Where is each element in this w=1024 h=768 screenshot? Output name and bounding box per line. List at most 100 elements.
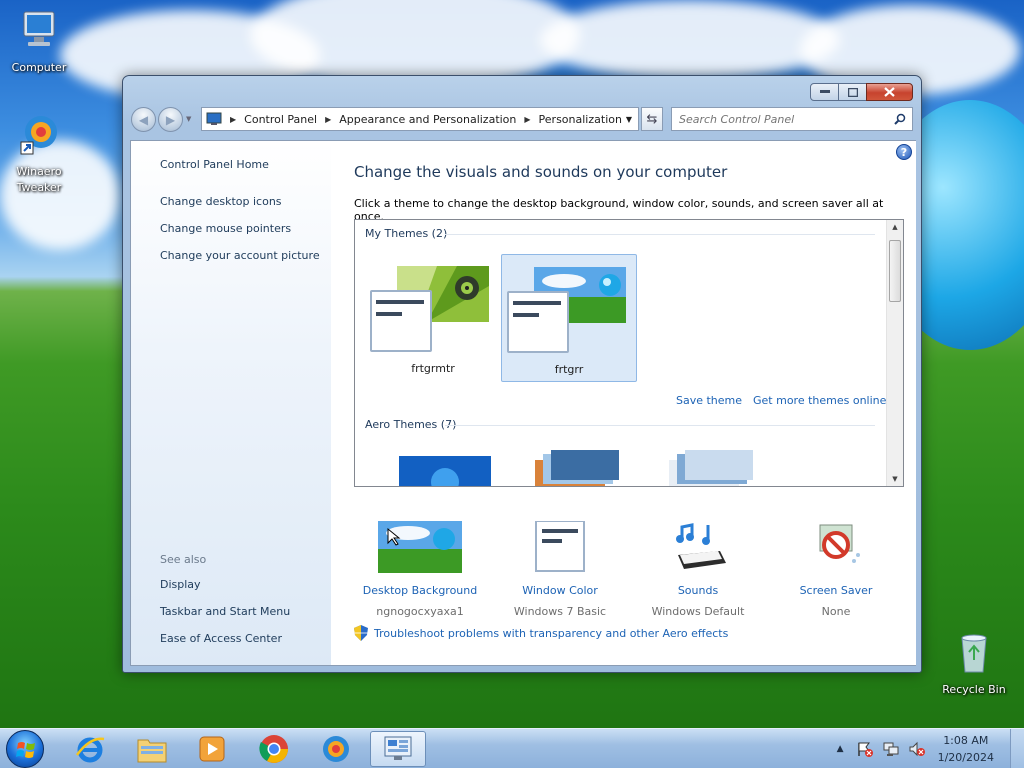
computer-icon	[23, 11, 55, 46]
screen-saver-label: Screen Saver	[799, 584, 873, 597]
desktop-icon-winaero-tweaker[interactable]: Winaero Tweaker	[0, 112, 78, 197]
internet-explorer-icon	[75, 737, 105, 763]
page-title: Change the visuals and sounds on your co…	[354, 163, 728, 181]
action-center-flag-icon[interactable]	[856, 741, 874, 757]
preview-bar	[513, 301, 561, 305]
link-ease-of-access[interactable]: Ease of Access Center	[160, 632, 282, 645]
taskbar-file-explorer[interactable]	[124, 731, 180, 767]
sounds-value: Windows Default	[651, 605, 745, 618]
breadcrumb-separator: ▶	[325, 114, 332, 124]
link-taskbar-start-menu[interactable]: Taskbar and Start Menu	[160, 605, 290, 618]
main-pane: ? Change the visuals and sounds on your …	[331, 141, 916, 665]
search-input[interactable]	[679, 112, 879, 126]
desktop-icon-recycle-bin[interactable]: Recycle Bin	[935, 630, 1013, 698]
taskbar-chrome[interactable]	[246, 731, 302, 767]
maximize-icon	[847, 87, 858, 97]
desktop-background-label: Desktop Background	[362, 584, 478, 597]
media-player-icon	[199, 736, 225, 762]
show-desktop-button[interactable]	[1010, 729, 1024, 768]
window-color-label: Window Color	[522, 584, 598, 597]
save-theme-link[interactable]: Save theme	[676, 394, 742, 407]
link-change-desktop-icons[interactable]: Change desktop icons	[160, 195, 282, 208]
preview-bar	[376, 300, 424, 304]
aero-theme-thumbnail-icon[interactable]	[665, 450, 757, 487]
search-icon[interactable]	[894, 113, 906, 125]
search-box[interactable]	[671, 107, 913, 131]
recycle-bin-icon	[961, 634, 987, 673]
taskbar-internet-explorer[interactable]	[62, 731, 118, 767]
window-color-button[interactable]: Window Color Windows 7 Basic	[495, 520, 625, 618]
screen-saver-icon	[819, 524, 860, 563]
help-button[interactable]: ?	[896, 144, 912, 160]
troubleshoot-label: Troubleshoot problems with transparency …	[374, 626, 729, 640]
folder-icon	[137, 739, 167, 763]
taskbar: ▲ 1:08 AM 1/20/2024	[0, 728, 1024, 768]
sounds-label: Sounds	[677, 584, 719, 597]
taskbar-media-player[interactable]	[184, 731, 240, 767]
desktop-background-icon	[378, 521, 462, 573]
network-icon[interactable]	[882, 741, 900, 757]
windows-logo-icon	[16, 742, 35, 758]
link-change-mouse-pointers[interactable]: Change mouse pointers	[160, 222, 291, 235]
clock-date: 1/20/2024	[937, 751, 994, 764]
help-icon: ?	[900, 145, 908, 159]
theme-item[interactable]: frtgrmtr	[365, 254, 501, 382]
link-change-account-picture[interactable]: Change your account picture	[160, 249, 320, 262]
theme-list-scrollbar[interactable]: ▲ ▼	[886, 220, 903, 486]
back-button[interactable]: ◀	[131, 107, 156, 132]
link-control-panel-home[interactable]: Control Panel Home	[160, 158, 269, 171]
desktop-background-button[interactable]: Desktop Background ngnogocxyaxa1	[355, 521, 485, 618]
cloud	[540, 0, 840, 80]
my-themes-header: My Themes (2)	[365, 227, 448, 240]
forward-button[interactable]: ▶	[158, 107, 183, 132]
group-divider	[445, 425, 875, 426]
desktop-icon-label: Recycle Bin	[942, 682, 1006, 696]
caption-buttons	[810, 83, 913, 101]
address-bar[interactable]: ▶ Control Panel ▶ Appearance and Persona…	[201, 107, 639, 131]
sounds-icon	[676, 523, 726, 569]
breadcrumb-separator: ▶	[230, 114, 237, 124]
minimize-button[interactable]	[810, 83, 839, 101]
scroll-thumb[interactable]	[889, 240, 901, 302]
close-icon	[884, 87, 895, 97]
start-button[interactable]	[6, 730, 44, 768]
back-arrow-icon: ◀	[138, 112, 149, 127]
taskbar-winaero-tweaker[interactable]	[308, 731, 364, 767]
screen-saver-button[interactable]: Screen Saver None	[771, 521, 901, 618]
scroll-down-icon[interactable]: ▼	[887, 475, 903, 483]
close-button[interactable]	[866, 83, 913, 101]
desktop-icon-computer[interactable]: Computer	[0, 8, 78, 76]
chrome-icon	[259, 735, 288, 763]
volume-muted-icon[interactable]	[908, 741, 926, 757]
refresh-button[interactable]: ⇆	[641, 107, 663, 131]
breadcrumb-separator: ▶	[524, 114, 531, 124]
maximize-button[interactable]	[838, 83, 867, 101]
control-panel-icon	[206, 112, 222, 125]
recent-pages-dropdown[interactable]: ▼	[186, 115, 191, 123]
get-more-themes-link[interactable]: Get more themes online	[753, 394, 886, 407]
breadcrumb-personalization[interactable]: Personalization	[539, 113, 622, 126]
see-also-heading: See also	[160, 553, 207, 566]
winaero-tweaker-icon	[20, 116, 57, 155]
refresh-icon: ⇆	[646, 111, 658, 127]
window-preview-icon	[370, 290, 432, 352]
theme-item-selected[interactable]: frtgrr	[501, 254, 637, 382]
aero-theme-thumbnail-icon[interactable]	[399, 456, 491, 487]
breadcrumb-control-panel[interactable]: Control Panel	[244, 113, 317, 126]
winaero-tweaker-icon	[323, 736, 349, 762]
content-area: Control Panel Home Change desktop icons …	[130, 140, 916, 666]
aero-theme-thumbnail-icon[interactable]	[531, 450, 623, 487]
breadcrumb-appearance[interactable]: Appearance and Personalization	[339, 113, 516, 126]
aero-themes-header: Aero Themes (7)	[365, 418, 457, 431]
show-hidden-icons[interactable]: ▲	[837, 744, 844, 754]
scroll-up-icon[interactable]: ▲	[887, 223, 903, 231]
address-dropdown-icon[interactable]: ▼	[626, 115, 632, 124]
troubleshoot-link[interactable]: Troubleshoot problems with transparency …	[354, 625, 728, 641]
clock-time: 1:08 AM	[943, 734, 989, 747]
taskbar-control-panel[interactable]	[370, 731, 426, 767]
sounds-button[interactable]: Sounds Windows Default	[633, 521, 763, 618]
desktop-icon-label: Winaero Tweaker	[16, 164, 62, 195]
preview-bar	[376, 312, 402, 316]
clock[interactable]: 1:08 AM 1/20/2024	[938, 732, 994, 766]
link-display[interactable]: Display	[160, 578, 201, 591]
